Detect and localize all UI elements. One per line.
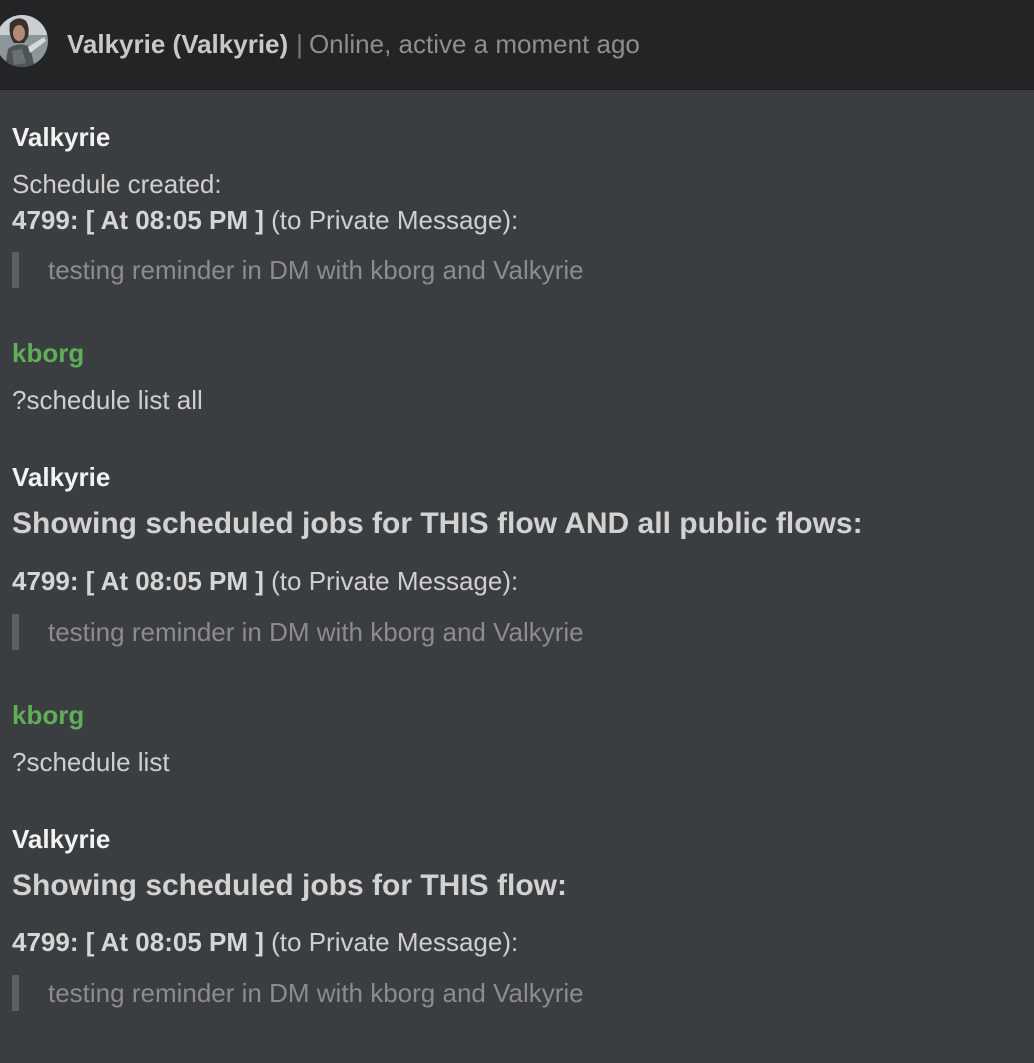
job-target: (to Private Message): <box>271 205 519 235</box>
message-text: Schedule created: <box>12 169 222 199</box>
message-heading: Showing scheduled jobs for THIS flow: <box>12 869 567 902</box>
schedule-entry: 4799: [ At 08:05 PM ] (to Private Messag… <box>12 926 518 958</box>
message-author[interactable]: kborg <box>12 699 84 731</box>
message-author[interactable]: Valkyrie <box>12 823 110 855</box>
job-id-time: 4799: [ At 08:05 PM ] <box>12 927 264 957</box>
header-title: Valkyrie (Valkyrie) | Online, active a mom… <box>67 27 640 61</box>
message-text: ?schedule list <box>12 747 170 777</box>
blockquote: testing reminder in DM with kborg and Va… <box>12 975 584 1011</box>
user-avatar-icon <box>0 15 48 67</box>
blockquote: testing reminder in DM with kborg and Va… <box>12 614 584 650</box>
schedule-entry: 4799: [ At 08:05 PM ] (to Private Messag… <box>12 565 518 597</box>
job-target: (to Private Message): <box>271 566 519 596</box>
message-author[interactable]: Valkyrie <box>12 461 110 493</box>
contact-avatar[interactable] <box>0 13 48 71</box>
job-id-time: 4799: [ At 08:05 PM ] <box>12 205 264 235</box>
message-author[interactable]: Valkyrie <box>12 121 110 153</box>
job-target: (to Private Message): <box>271 927 519 957</box>
contact-name[interactable]: Valkyrie (Valkyrie) <box>67 29 288 59</box>
message-heading: Showing scheduled jobs for THIS flow AND… <box>12 507 863 540</box>
header-separator: | <box>296 29 303 59</box>
blockquote: testing reminder in DM with kborg and Va… <box>12 252 584 288</box>
message-author[interactable]: kborg <box>12 337 84 369</box>
presence-status: Online, active a moment ago <box>308 29 640 59</box>
message-text: ?schedule list all <box>12 385 203 415</box>
schedule-entry: 4799: [ At 08:05 PM ] (to Private Messag… <box>12 204 518 236</box>
chat-header: Valkyrie (Valkyrie) | Online, active a mom… <box>0 0 1034 90</box>
job-id-time: 4799: [ At 08:05 PM ] <box>12 566 264 596</box>
